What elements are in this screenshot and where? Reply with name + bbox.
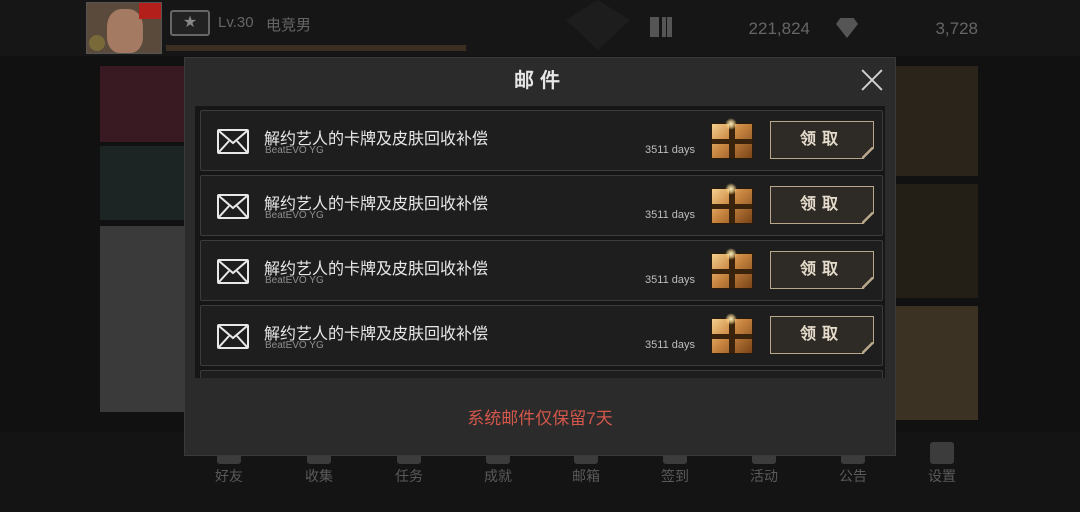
envelope-icon — [217, 129, 249, 154]
mail-sender: BeatEVO YG — [265, 275, 324, 286]
player-name: 电竞男 — [266, 17, 312, 34]
claim-button[interactable]: 领取 — [770, 121, 874, 159]
top-bar: ★ Lv.30 电竞男 221,824 3,728 — [0, 0, 1080, 56]
envelope-icon — [217, 194, 249, 219]
content-tile[interactable] — [896, 66, 978, 176]
envelope-icon — [217, 259, 249, 284]
nav-label: 公告 — [839, 468, 867, 484]
mail-item-partial[interactable] — [200, 370, 883, 378]
mail-sender: BeatEVO YG — [265, 340, 324, 351]
avatar-face — [107, 9, 143, 53]
gem-icon — [836, 18, 858, 38]
content-tile[interactable] — [100, 146, 186, 220]
gem-count: 3,728 — [935, 19, 978, 38]
settings-icon — [930, 442, 954, 464]
mail-remaining: 3511 days — [645, 209, 695, 221]
nav-label: 签到 — [661, 468, 689, 484]
claim-button[interactable]: 领取 — [770, 186, 874, 224]
mail-sender: BeatEVO YG — [265, 210, 324, 221]
nav-label: 邮箱 — [572, 468, 600, 484]
emblem-icon[interactable] — [566, 0, 630, 50]
nav-label: 活动 — [750, 468, 778, 484]
envelope-icon — [217, 324, 249, 349]
nav-label: 收集 — [305, 468, 333, 484]
gift-icon — [711, 313, 753, 354]
mail-item[interactable]: 解约艺人的卡牌及皮肤回收补偿 BeatEVO YG 3511 days 领取 — [200, 110, 883, 171]
nav-item-settings[interactable]: 设置 — [912, 442, 972, 486]
gift-icon — [711, 248, 753, 289]
mail-modal: 邮件 解约艺人的卡牌及皮肤回收补偿 BeatEVO YG 3511 days 领… — [184, 57, 896, 456]
close-icon[interactable] — [859, 67, 885, 93]
claim-button[interactable]: 领取 — [770, 251, 874, 289]
content-tile[interactable] — [896, 184, 978, 298]
nav-label: 成就 — [484, 468, 512, 484]
content-tile[interactable] — [100, 66, 186, 142]
mail-list[interactable]: 解约艺人的卡牌及皮肤回收补偿 BeatEVO YG 3511 days 领取 解… — [195, 106, 885, 378]
badge-icon — [89, 35, 105, 51]
content-tile[interactable] — [100, 226, 186, 412]
nav-label: 好友 — [215, 468, 243, 484]
book-icon — [650, 17, 672, 37]
gift-icon — [711, 118, 753, 159]
mail-sender: BeatEVO YG — [265, 145, 324, 156]
mail-remaining: 3511 days — [645, 144, 695, 156]
mail-item[interactable]: 解约艺人的卡牌及皮肤回收补偿 BeatEVO YG 3511 days 领取 — [200, 305, 883, 366]
retention-note: 系统邮件仅保留7天 — [467, 409, 613, 428]
player-level: Lv.30 — [218, 14, 254, 31]
xp-bar — [166, 45, 466, 51]
nav-label: 设置 — [928, 468, 956, 484]
gift-icon — [711, 183, 753, 224]
mail-item[interactable]: 解约艺人的卡牌及皮肤回收补偿 BeatEVO YG 3511 days 领取 — [200, 240, 883, 301]
star-icon: ★ — [170, 10, 210, 36]
mail-remaining: 3511 days — [645, 339, 695, 351]
modal-title: 邮件 — [514, 70, 566, 92]
mail-item[interactable]: 解约艺人的卡牌及皮肤回收补偿 BeatEVO YG 3511 days 领取 — [200, 175, 883, 236]
nav-label: 任务 — [395, 468, 423, 484]
claim-button[interactable]: 领取 — [770, 316, 874, 354]
avatar[interactable] — [86, 2, 162, 54]
flag-icon — [139, 3, 161, 19]
content-tile[interactable] — [896, 306, 978, 420]
coin-count: 221,824 — [748, 19, 810, 38]
mail-remaining: 3511 days — [645, 274, 695, 286]
